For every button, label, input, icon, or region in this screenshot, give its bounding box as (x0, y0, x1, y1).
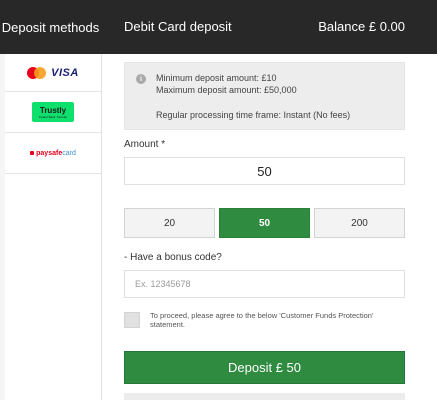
bonus-code-input[interactable]: Ex. 12345678 (124, 270, 405, 298)
preset-20-button[interactable]: 20 (124, 208, 215, 238)
info-icon: i (136, 74, 146, 84)
preset-50-button[interactable]: 50 (219, 208, 310, 238)
amount-label: Amount * (124, 139, 166, 150)
preset-200-button[interactable]: 200 (314, 208, 405, 238)
deposit-button[interactable]: Deposit £ 50 (124, 351, 405, 384)
paysafecard-icon: pay safe card (30, 150, 76, 157)
deposit-methods-sidebar: Deposit methods VISA Trustly Instant Ban… (0, 0, 102, 400)
bottom-panel (124, 393, 405, 400)
min-deposit-text: Minimum deposit amount: £10 (156, 73, 277, 83)
visa-icon: VISA (51, 66, 79, 79)
mastercard-icon (27, 66, 47, 79)
deposit-method-list: VISA Trustly Instant Bank Transfer pay sa… (5, 54, 101, 400)
method-trustly[interactable]: Trustly Instant Bank Transfer (5, 92, 101, 133)
agreement-text: To proceed, please agree to the below 'C… (150, 311, 374, 329)
bonus-code-label: - Have a bonus code? (124, 252, 222, 263)
method-paysafecard[interactable]: pay safe card (5, 133, 101, 174)
max-deposit-text: Maximum deposit amount: £50,000 (156, 85, 297, 95)
page-title: Debit Card deposit (124, 19, 232, 34)
amount-input[interactable]: 50 (124, 157, 405, 185)
top-header: Debit Card deposit Balance £ 0.00 (101, 0, 437, 54)
amount-presets: 20 50 200 (124, 208, 405, 238)
sidebar-title: Deposit methods (0, 0, 101, 54)
processing-time-text: Regular processing time frame: Instant (… (156, 110, 351, 120)
method-debit-card[interactable]: VISA (5, 54, 101, 92)
deposit-info-box: i Minimum deposit amount: £10 Maximum de… (124, 62, 405, 130)
balance-display: Balance £ 0.00 (318, 19, 405, 34)
trustly-icon: Trustly Instant Bank Transfer (32, 102, 74, 122)
agree-checkbox[interactable] (124, 312, 140, 328)
